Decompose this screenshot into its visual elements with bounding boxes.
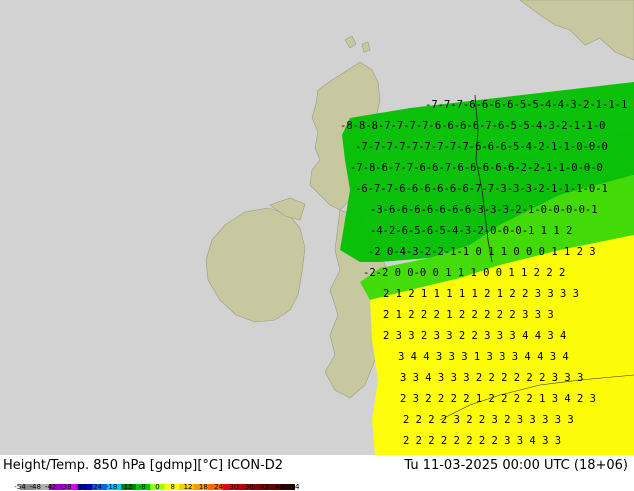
scale-tick-label: -30 (75, 483, 87, 491)
scale-tick-label: -38 (60, 483, 72, 491)
scale-tick-label: 24 (214, 483, 224, 491)
scale-tick-label: 48 (275, 483, 285, 491)
weather-map: -7-7-7-6-6-6-6-5-5-4-4-3-2-1-1-1 -8-8-8-7… (0, 0, 634, 455)
temp-label-row: -7-7-7-7-7-7-7-7-7-6-6-6-5-4-2-1-1-0-0-0 (355, 141, 608, 153)
scale-tick-label: -42 (44, 483, 57, 491)
temp-label-row: 2 3 3 2 3 3 2 2 3 3 3 4 4 3 4 (383, 330, 566, 342)
scale-tick-label: -8 (138, 483, 146, 491)
scale-tick-label: 12 (183, 483, 193, 491)
scale-tick-label: -12 (121, 483, 133, 491)
temp-label-row: 3 3 4 3 3 3 2 2 2 2 2 2 3 3 3 (400, 372, 583, 384)
temp-label-row: -2-2 0 0-0 0 1 1 1 0 0 1 1 2 2 2 (363, 267, 565, 279)
scale-tick-label: 42 (259, 483, 269, 491)
temp-label-row: -4-2-6-5-6-5-4-3-2-0-0-0-1 1 1 2 (370, 225, 572, 237)
temp-label-row: -2 0-4-3-2-2-1-1 0 1 1 0 0 0 1 1 2 3 (368, 246, 596, 258)
map-title: Height/Temp. 850 hPa [gdmp][°C] ICON-D2 (3, 458, 284, 473)
temp-label-row: 2 2 2 2 2 2 2 2 3 3 4 3 3 (403, 435, 561, 447)
temp-label-row: 3 4 4 3 3 3 1 3 3 3 4 4 3 4 (398, 351, 569, 363)
temp-label-row: 2 2 2 2 3 2 2 3 2 3 3 3 3 3 (403, 414, 574, 426)
scale-tick-label: 18 (198, 483, 208, 491)
scale-tick-label: -48 (29, 483, 41, 491)
temp-label-row: -7-7-7-6-6-6-6-5-5-4-4-3-2-1-1-1 (425, 99, 627, 111)
temp-label-row: 2 1 2 1 1 1 1 1 2 1 2 2 3 3 3 3 (383, 288, 579, 300)
scale-tick-label: 30 (229, 483, 239, 491)
temp-label-row: 2 1 2 2 2 1 2 2 2 2 2 3 3 3 (383, 309, 554, 321)
temp-label-row: -3-6-6-6-6-6-6-6-3-3-3-2-1-0-0-0-0-1 (370, 204, 598, 216)
scale-tick-label: 36 (244, 483, 254, 491)
scale-tick-label: -54 (14, 483, 26, 491)
scale-tick-label: -18 (105, 483, 118, 491)
map-timestamp: Tu 11-03-2025 00:00 UTC (18+06) (404, 458, 628, 473)
scale-tick-label: 8 (170, 483, 175, 491)
temp-label-row: -7-8-6-7-7-6-6-7-6-6-6-6-6-2-2-1-1-0-0-0 (350, 162, 603, 174)
temp-label-row: 2 3 2 2 2 2 1 2 2 2 2 1 3 4 2 3 (400, 393, 596, 405)
scale-tick-label: -24 (90, 483, 103, 491)
scale-tick-label: 0 (155, 483, 160, 491)
temp-label-row: -6-7-7-6-6-6-6-6-6-7-7-3-3-3-2-1-1-1-0-1 (355, 183, 608, 195)
temp-label-row: -8-8-8-7-7-7-7-6-6-6-6-7-6-5-5-4-3-2-1-1… (340, 120, 606, 132)
scale-tick-label: 54 (290, 483, 300, 491)
